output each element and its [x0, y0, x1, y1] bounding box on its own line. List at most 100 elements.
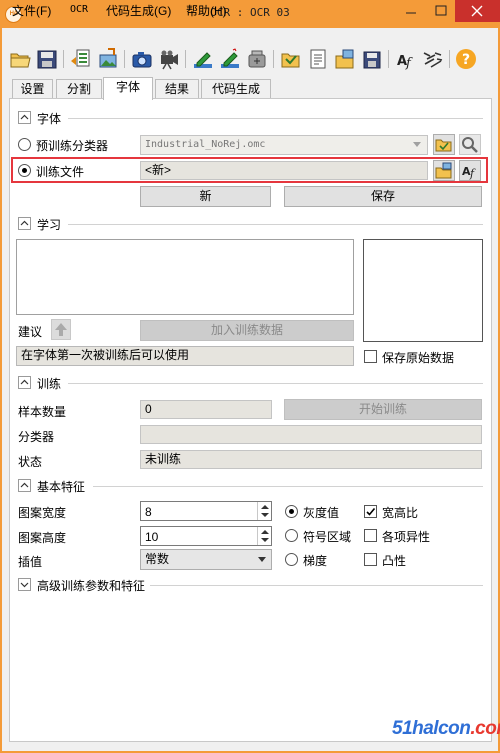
- camera-icon[interactable]: [130, 47, 154, 71]
- status-field: 未训练: [140, 450, 482, 469]
- watermark-main: 51halcon: [392, 718, 471, 739]
- gray-value-radio[interactable]: [285, 505, 298, 518]
- pretrained-classifier-radio[interactable]: [18, 138, 31, 151]
- add-training-data-button[interactable]: 加入训练数据: [140, 320, 354, 341]
- menu-file[interactable]: 文件(F): [12, 2, 51, 19]
- pattern-width-value: 8: [145, 505, 152, 519]
- aspect-ratio-checkbox[interactable]: [364, 505, 377, 518]
- pretrained-classifier-select[interactable]: Industrial_NoRej.omc: [140, 135, 428, 155]
- minimize-icon: [406, 12, 416, 14]
- symbol-region-radio[interactable]: [285, 529, 298, 542]
- interpolation-select[interactable]: 常数: [140, 549, 272, 570]
- watermark: 51halcon.com: [392, 718, 500, 740]
- chevron-up-icon: [20, 482, 29, 488]
- divider: [68, 224, 483, 225]
- image-import-icon[interactable]: [333, 47, 357, 71]
- learn-preview-area[interactable]: [16, 239, 354, 315]
- image-save-icon[interactable]: [360, 47, 384, 71]
- train-section-title: 训练: [37, 377, 62, 391]
- training-file-radio[interactable]: [18, 164, 31, 177]
- font-editor-button[interactable]: Af: [459, 160, 481, 181]
- sample-count-field: 0: [140, 400, 272, 419]
- minimize-button[interactable]: [396, 0, 426, 22]
- image-export-icon[interactable]: [96, 47, 120, 71]
- pattern-width-stepper[interactable]: [257, 502, 271, 520]
- convexity-label: 凸性: [382, 554, 407, 568]
- document-icon[interactable]: [306, 47, 330, 71]
- svg-text:?: ?: [462, 52, 470, 68]
- pattern-width-input[interactable]: 8: [140, 501, 272, 521]
- toolbar-separator: [185, 50, 186, 68]
- stepper-arrows-icon: [261, 505, 269, 517]
- video-camera-icon[interactable]: [157, 47, 181, 71]
- font-af-icon[interactable]: Af: [394, 47, 418, 71]
- save-disk-icon[interactable]: [35, 47, 59, 71]
- gradient-radio[interactable]: [285, 553, 298, 566]
- open-folder-icon[interactable]: [8, 47, 32, 71]
- stepper-arrows-icon: [261, 530, 269, 542]
- close-button[interactable]: [455, 0, 500, 22]
- svg-text:f: f: [469, 167, 476, 180]
- convexity-checkbox[interactable]: [364, 553, 377, 566]
- pencil-draw-icon[interactable]: [218, 47, 242, 71]
- classifier-field: [140, 425, 482, 444]
- collapse-basic-features-button[interactable]: [18, 479, 31, 492]
- training-file-field[interactable]: <新>: [140, 161, 428, 180]
- maximize-icon: [435, 5, 447, 16]
- anisotropy-label: 各项异性: [382, 530, 431, 544]
- aspect-ratio-label: 宽高比: [382, 506, 419, 520]
- learn-section-title: 学习: [37, 218, 62, 232]
- start-training-button[interactable]: 开始训练: [284, 399, 482, 420]
- pattern-width-label: 图案宽度: [18, 506, 67, 520]
- tab-results[interactable]: 结果: [155, 79, 199, 99]
- help-icon[interactable]: ?: [454, 47, 478, 71]
- svg-text:f: f: [405, 56, 413, 71]
- tab-settings[interactable]: 设置: [12, 79, 53, 99]
- load-training-file-button[interactable]: [433, 160, 455, 181]
- collapse-font-section-button[interactable]: [18, 111, 31, 124]
- toolbar-separator: [449, 50, 450, 68]
- symbol-region-label: 符号区域: [303, 530, 352, 544]
- collapse-learn-section-button[interactable]: [18, 217, 31, 230]
- tab-font[interactable]: 字体: [103, 77, 153, 100]
- suggestion-button[interactable]: [51, 319, 71, 340]
- save-button[interactable]: 保存: [284, 186, 482, 207]
- load-data-icon[interactable]: [69, 47, 93, 71]
- learn-hint: 在字体第一次被训练后可以使用: [21, 348, 190, 362]
- chevron-down-icon: [20, 582, 29, 588]
- basic-features-title: 基本特征: [37, 480, 86, 494]
- texture-icon[interactable]: [421, 47, 445, 71]
- pattern-height-input[interactable]: 10: [140, 526, 272, 546]
- open-file-icon[interactable]: [279, 47, 303, 71]
- toolbar-separator: [273, 50, 274, 68]
- new-button[interactable]: 新: [140, 186, 271, 207]
- tab-code-generation[interactable]: 代码生成: [201, 79, 271, 99]
- chevron-up-icon: [20, 220, 29, 226]
- anisotropy-checkbox[interactable]: [364, 529, 377, 542]
- keep-raw-data-checkbox[interactable]: [364, 350, 377, 363]
- chevron-down-icon: [413, 142, 421, 147]
- container-icon[interactable]: [245, 47, 269, 71]
- pencil-edit-icon[interactable]: [191, 47, 215, 71]
- pattern-height-stepper[interactable]: [257, 527, 271, 545]
- pattern-height-label: 图案高度: [18, 531, 67, 545]
- menu-ocr[interactable]: OCR: [70, 4, 88, 15]
- inspect-classifier-button[interactable]: [459, 134, 481, 155]
- menu-code-generation[interactable]: 代码生成(G): [106, 2, 171, 19]
- menu-bar: [2, 28, 498, 46]
- maximize-button[interactable]: [426, 0, 456, 22]
- checkmark-icon: [366, 507, 376, 516]
- training-file-value: <新>: [145, 163, 172, 177]
- gradient-label: 梯度: [303, 554, 328, 568]
- tab-segmentation[interactable]: 分割: [56, 79, 102, 99]
- expand-advanced-section-button[interactable]: [18, 578, 31, 591]
- magnifier-icon: [462, 137, 478, 153]
- sample-count-label: 样本数量: [18, 405, 67, 419]
- suggestion-label: 建议: [18, 325, 43, 339]
- menu-help[interactable]: 帮助(H): [186, 2, 227, 19]
- arrow-up-icon: [55, 323, 67, 336]
- training-file-label: 训练文件: [36, 165, 85, 179]
- collapse-train-section-button[interactable]: [18, 376, 31, 389]
- browse-classifier-button[interactable]: [433, 134, 455, 155]
- learn-hint-field: 在字体第一次被训练后可以使用: [16, 346, 354, 366]
